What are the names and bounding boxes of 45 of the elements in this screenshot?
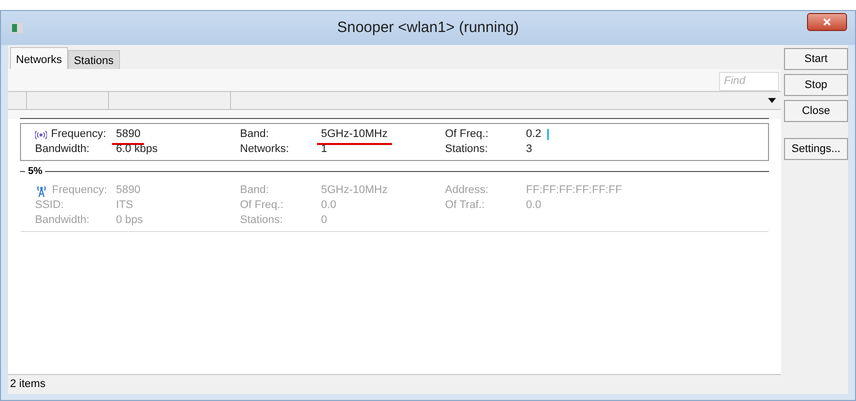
wireless-signal-icon xyxy=(35,130,47,140)
field-value: 1 xyxy=(321,142,328,158)
action-button[interactable]: Stop xyxy=(784,74,848,96)
field-label: Stations: xyxy=(240,213,283,228)
antenna-tower-icon xyxy=(35,184,48,196)
field-value: ITS xyxy=(116,198,134,214)
field-value: 0.0 xyxy=(526,198,542,214)
field-value: 5GHz-10MHz xyxy=(321,126,388,143)
field-label: Frequency: xyxy=(52,183,108,198)
tab[interactable]: Stations xyxy=(68,50,120,69)
field-label: Address: xyxy=(445,183,488,198)
field-value: FF:FF:FF:FF:FF:FF xyxy=(526,183,622,198)
caret-icon xyxy=(768,98,776,103)
status-text: 2 items xyxy=(10,377,46,392)
field-value: 3 xyxy=(526,142,532,158)
window-icon xyxy=(11,23,23,33)
find-field[interactable]: Find xyxy=(719,72,779,90)
field-label: Of Freq.: xyxy=(445,127,488,142)
action-button[interactable]: Close xyxy=(784,100,848,122)
field-value: 5GHz-10MHz xyxy=(321,183,388,198)
field-value: 5890 xyxy=(116,183,140,198)
field-value: 0 xyxy=(321,213,328,228)
window-title: Snooper <wlan1> (running) xyxy=(337,18,519,38)
tab[interactable]: Networks xyxy=(10,47,68,69)
field-value: 5890 xyxy=(116,126,140,143)
close-button[interactable] xyxy=(807,13,847,31)
field-value: 0 bps xyxy=(116,213,143,228)
list-record[interactable]: Frequency: 5890 Band: 5GHz-10MHz Of Freq.: 0.2 Bandwidth: 6.0 kbps Networks: 1 Stations: 3 xyxy=(20,123,769,161)
field-value: 6.0 kbps xyxy=(116,142,158,158)
action-button[interactable]: Start xyxy=(784,48,848,70)
field-label: Band: xyxy=(240,183,269,198)
field-label: Of Traf.: xyxy=(445,198,485,214)
field-label: Of Freq.: xyxy=(240,198,284,214)
field-label: Band: xyxy=(240,127,269,142)
field-value: 0.0 xyxy=(321,198,336,214)
field-label: Bandwidth: xyxy=(35,142,90,158)
field-label: Stations: xyxy=(445,142,488,158)
field-label: SSID: xyxy=(35,198,64,214)
field-value: 0.2 xyxy=(526,127,542,142)
action-button[interactable]: Settings... xyxy=(784,138,848,160)
field-label: Networks: xyxy=(240,142,289,158)
field-label: Frequency: xyxy=(51,127,106,142)
close-icon xyxy=(823,18,831,26)
group-label: 5% xyxy=(28,165,42,179)
field-label: Bandwidth: xyxy=(35,213,90,228)
